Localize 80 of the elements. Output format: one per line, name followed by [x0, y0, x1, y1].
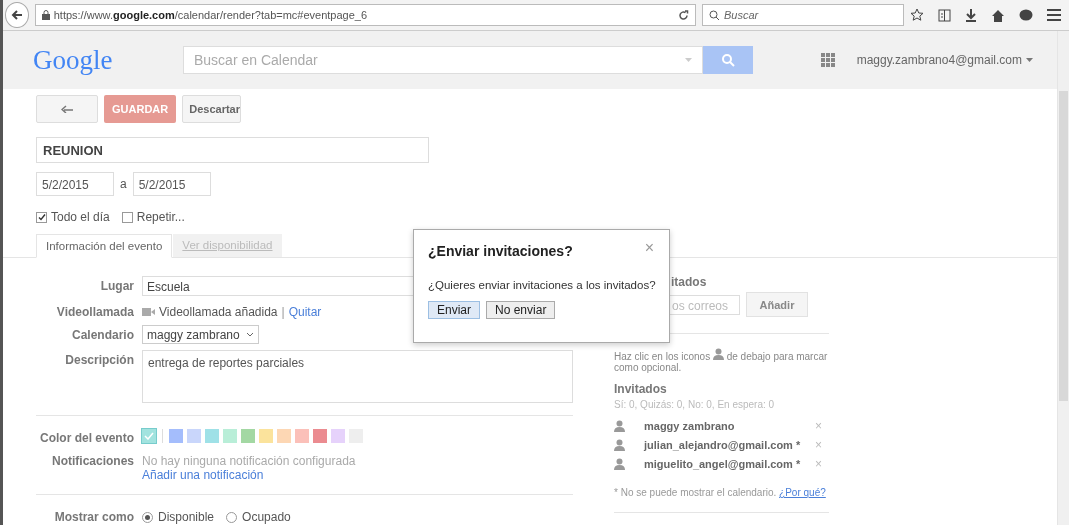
- add-guests-heading: itados: [671, 275, 707, 289]
- radio-label: Ocupado: [242, 510, 291, 524]
- guest-name: miguelito_angel@gmail.com *: [644, 457, 802, 470]
- color-swatch[interactable]: [241, 429, 255, 443]
- caret-icon: [685, 58, 692, 62]
- checkbox[interactable]: [36, 211, 47, 223]
- star-icon[interactable]: [910, 8, 924, 22]
- reading-list-icon[interactable]: [938, 8, 951, 22]
- color-swatch[interactable]: [259, 429, 273, 443]
- tab[interactable]: Información del evento: [36, 234, 173, 258]
- field-label: Calendario: [71, 327, 134, 342]
- search-placeholder: Buscar: [723, 9, 759, 21]
- checkbox-label: Todo el día: [51, 210, 110, 224]
- dialog-title: ¿Enviar invitaciones?: [428, 243, 573, 259]
- home-icon[interactable]: [991, 8, 1005, 22]
- color-swatch[interactable]: [223, 429, 237, 443]
- menu-icon[interactable]: [1047, 9, 1061, 21]
- color-swatch[interactable]: [331, 429, 345, 443]
- download-icon[interactable]: [965, 8, 977, 22]
- field-label: Color del evento: [39, 430, 134, 445]
- event-title-field[interactable]: REUNION: [36, 137, 429, 163]
- color-swatch[interactable]: [187, 429, 201, 443]
- chat-icon[interactable]: [1019, 8, 1033, 22]
- dialog-button[interactable]: No enviar: [486, 301, 556, 319]
- apps-grid-icon[interactable]: [820, 53, 835, 67]
- color-swatch[interactable]: [142, 429, 156, 443]
- why-link[interactable]: ¿Por qué?: [779, 487, 826, 498]
- browser-search-field[interactable]: Buscar: [701, 4, 904, 26]
- color-swatch[interactable]: [313, 429, 327, 443]
- person-icon[interactable]: [712, 348, 724, 360]
- end-date-field[interactable]: 5/2/2015: [132, 172, 211, 196]
- search-button[interactable]: [703, 46, 753, 74]
- guest-name: julian_alejandro@gmail.com *: [644, 438, 802, 451]
- video-call-status: Videollamada añadida: [159, 305, 278, 319]
- remove-link[interactable]: Quitar: [288, 305, 322, 319]
- search-icon: [721, 53, 735, 67]
- radio-label: Disponible: [158, 510, 215, 524]
- calendar-note: * No se puede mostrar el calendario.: [614, 487, 777, 498]
- url-text: https://www.google.com/calendar/render?tab=mc#eventpage_6: [53, 9, 368, 21]
- color-swatch[interactable]: [277, 429, 291, 443]
- person-icon[interactable]: [614, 457, 625, 470]
- url-bar[interactable]: https://www.google.com/calendar/render?tab=mc#eventpage_6: [34, 4, 696, 26]
- field-label: Descripción: [64, 352, 134, 367]
- video-camera-icon: [142, 308, 155, 316]
- checkbox[interactable]: [121, 211, 133, 223]
- caret-icon[interactable]: [1026, 58, 1033, 62]
- checkbox-label: Repetir...: [136, 210, 185, 224]
- field-label: Videollamada: [55, 304, 134, 319]
- color-swatch[interactable]: [169, 429, 183, 443]
- back-arrow-icon: [10, 9, 23, 21]
- field-label: Lugar: [99, 278, 134, 293]
- notifications-text: No hay ninguna notificación configurada: [142, 454, 357, 468]
- back-arrow-icon: [61, 105, 73, 113]
- separator: |: [281, 305, 285, 319]
- back-button[interactable]: [5, 2, 29, 28]
- person-icon[interactable]: [614, 419, 625, 432]
- calendar-select[interactable]: maggy zambrano: [142, 325, 259, 344]
- color-swatch[interactable]: [205, 429, 219, 443]
- color-swatch[interactable]: [295, 429, 309, 443]
- add-button[interactable]: Añadir: [746, 292, 808, 317]
- date-separator: a: [120, 177, 127, 191]
- help-text: Haz clic en los iconos de debajo para marcar como opcional.: [614, 348, 829, 373]
- close-button[interactable]: ×: [644, 239, 654, 257]
- reload-icon[interactable]: [677, 9, 689, 21]
- lock-icon: [41, 10, 50, 20]
- person-icon[interactable]: [614, 438, 625, 451]
- scrollbar[interactable]: [1057, 31, 1069, 525]
- add-notification-link[interactable]: Añadir una notificación: [142, 468, 573, 482]
- field-label: Notificaciones: [50, 453, 134, 468]
- dialog-button[interactable]: Enviar: [428, 301, 480, 319]
- response-counts: Sí: 0, Quizás: 0, No: 0, En espera: 0: [614, 399, 776, 410]
- account-menu[interactable]: maggy.zambrano4@gmail.com: [856, 53, 1022, 67]
- guest-name: maggy zambrano: [644, 419, 736, 432]
- start-date-field[interactable]: 5/2/2015: [36, 172, 114, 196]
- discard-button[interactable]: Descartar: [182, 95, 242, 123]
- google-logo[interactable]: Google: [33, 44, 183, 76]
- field-label: Mostrar como: [53, 509, 134, 524]
- description-field[interactable]: entrega de reportes parciales: [142, 350, 573, 403]
- guests-heading: Invitados: [614, 382, 668, 396]
- search-icon: [708, 9, 720, 21]
